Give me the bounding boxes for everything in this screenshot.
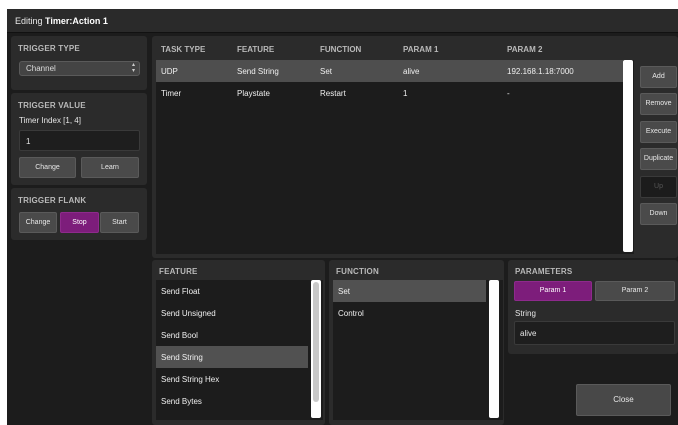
list-item-label: Send Float (161, 287, 200, 296)
param2-tab[interactable]: Param 2 (595, 281, 675, 301)
table-row[interactable]: UDP Send String Set alive 192.168.1.18:7… (156, 60, 623, 82)
tasks-panel: TASK TYPE FEATURE FUNCTION PARAM 1 PARAM… (152, 36, 678, 258)
list-item[interactable]: Set (333, 280, 486, 302)
trigger-value-panel: TRIGGER VALUE Timer Index [1, 4] 1 Chang… (11, 93, 147, 185)
col-feature: FEATURE (237, 45, 275, 54)
learn-button[interactable]: Learn (81, 157, 139, 178)
feature-scrollbar[interactable] (311, 280, 321, 418)
parameters-heading: PARAMETERS (515, 267, 573, 276)
flank-start-button[interactable]: Start (100, 212, 139, 233)
function-scrollbar[interactable] (489, 280, 499, 418)
window-title: Editing Timer:Action 1 (15, 16, 108, 26)
col-param2: PARAM 2 (507, 45, 543, 54)
remove-button[interactable]: Remove (640, 93, 677, 115)
table-row[interactable]: Timer Playstate Restart 1 - (156, 82, 623, 104)
down-button[interactable]: Down (640, 203, 677, 225)
add-button[interactable]: Add (640, 66, 677, 88)
select-arrows-icon: ▴ ▾ (131, 62, 135, 74)
list-item-label: Control (338, 309, 364, 318)
feature-scroll-thumb[interactable] (313, 282, 319, 402)
trigger-value-heading: TRIGGER VALUE (18, 101, 86, 110)
list-item-label: Send Bool (161, 331, 198, 340)
cell-param2: 192.168.1.18:7000 (507, 67, 574, 76)
window-title-prefix: Editing (15, 16, 46, 26)
flank-stop-button[interactable]: Stop (60, 212, 99, 233)
list-item[interactable]: Send Float (156, 280, 308, 302)
function-heading: FUNCTION (336, 267, 379, 276)
list-item[interactable]: Send Bytes (156, 390, 308, 412)
param1-tab[interactable]: Param 1 (514, 281, 592, 301)
duplicate-button[interactable]: Duplicate (640, 148, 677, 170)
cell-feature: Send String (237, 67, 279, 76)
cell-param1: 1 (403, 89, 408, 98)
feature-heading: FEATURE (159, 267, 198, 276)
cell-feature: Playstate (237, 89, 270, 98)
list-item[interactable]: Send String (156, 346, 308, 368)
cell-function: Restart (320, 89, 346, 98)
up-button[interactable]: Up (640, 176, 677, 198)
list-item-label: Send String Hex (161, 375, 220, 384)
trigger-type-heading: TRIGGER TYPE (18, 44, 80, 53)
string-input[interactable]: alive (514, 321, 675, 345)
list-item[interactable]: Send String Hex (156, 368, 308, 390)
list-item[interactable]: Send Bool (156, 324, 308, 346)
cell-param1: alive (403, 67, 420, 76)
trigger-flank-heading: TRIGGER FLANK (18, 196, 87, 205)
tasks-table: UDP Send String Set alive 192.168.1.18:7… (156, 60, 634, 254)
editor-window: Editing Timer:Action 1 TRIGGER TYPE Chan… (7, 9, 678, 425)
string-value: alive (520, 329, 537, 338)
trigger-type-select[interactable]: Channel ▴ ▾ (19, 61, 140, 76)
trigger-type-panel: TRIGGER TYPE Channel ▴ ▾ (11, 36, 147, 90)
timer-index-value: 1 (26, 137, 31, 146)
window-title-name: Timer:Action 1 (45, 16, 108, 26)
tasks-scrollbar[interactable] (623, 60, 633, 252)
timer-index-input[interactable]: 1 (19, 130, 140, 151)
list-item-label: Send Bytes (161, 397, 202, 406)
list-item-label: Send Unsigned (161, 309, 216, 318)
list-item[interactable]: Control (333, 302, 486, 324)
col-function: FUNCTION (320, 45, 362, 54)
flank-change-button[interactable]: Change (19, 212, 57, 233)
trigger-flank-panel: TRIGGER FLANK Change Stop Start (11, 188, 147, 240)
close-button[interactable]: Close (576, 384, 671, 416)
cell-function: Set (320, 67, 333, 76)
function-panel: FUNCTION Set Control (329, 260, 504, 425)
trigger-type-value: Channel (26, 64, 56, 73)
list-item-label: Send String (161, 353, 203, 362)
parameters-panel: PARAMETERS Param 1 Param 2 String alive (508, 260, 678, 354)
feature-panel: FEATURE Send Float Send Unsigned Send Bo… (152, 260, 325, 425)
title-bar: Editing Timer:Action 1 (7, 9, 678, 33)
list-item-label: Set (338, 287, 351, 296)
cell-task-type: UDP (161, 67, 178, 76)
cell-task-type: Timer (161, 89, 182, 98)
feature-list: Send Float Send Unsigned Send Bool Send … (156, 280, 323, 420)
col-task-type: TASK TYPE (161, 45, 206, 54)
timer-index-label: Timer Index [1, 4] (19, 116, 81, 125)
string-label: String (515, 309, 536, 318)
change-value-button[interactable]: Change (19, 157, 76, 178)
cell-param2: - (507, 89, 510, 98)
col-param1: PARAM 1 (403, 45, 439, 54)
execute-button[interactable]: Execute (640, 121, 677, 143)
list-item[interactable]: Send Unsigned (156, 302, 308, 324)
function-list: Set Control (333, 280, 503, 420)
